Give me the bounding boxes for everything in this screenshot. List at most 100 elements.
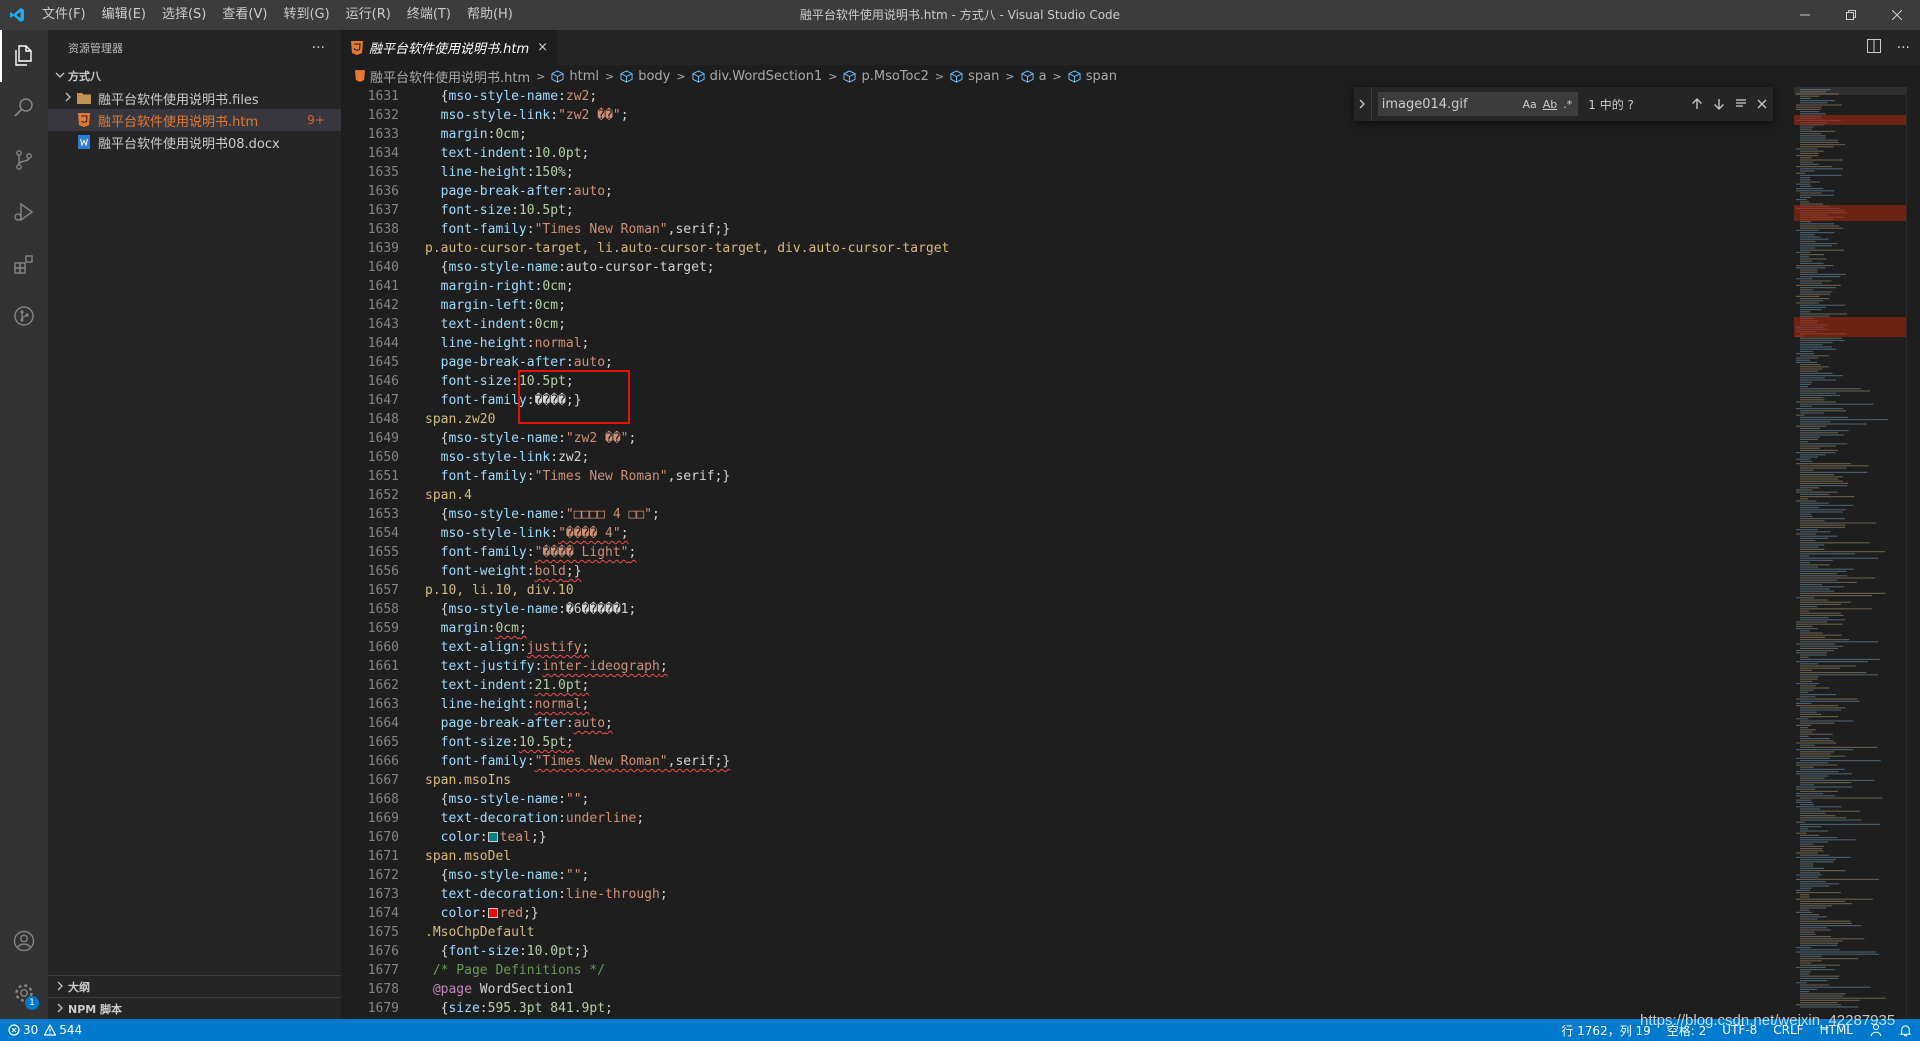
code-line[interactable]: line-height:150%; <box>425 163 1785 182</box>
vertical-scrollbar[interactable] <box>1906 87 1920 1019</box>
code-editor[interactable]: 1631 1632 1633 1634 1635 1636 1637 1638 1639 1640… <box>341 87 1794 1019</box>
code-line[interactable]: {mso-style-name:"zw2 ��"; <box>425 429 1785 448</box>
menu-item[interactable]: 终端(T) <box>399 0 459 30</box>
code-line[interactable]: color: red;} <box>425 904 1785 923</box>
menu-item[interactable]: 帮助(H) <box>459 0 521 30</box>
code-area[interactable]: {mso-style-name:zw2; mso-style-link:"zw2… <box>425 87 1785 1019</box>
code-line[interactable]: page-break-after:auto; <box>425 714 1785 733</box>
code-line[interactable]: {mso-style-name:�6�����1; <box>425 600 1785 619</box>
source-control-button[interactable] <box>0 134 48 186</box>
color-swatch[interactable] <box>487 832 498 842</box>
notifications-button[interactable] <box>1891 1019 1920 1041</box>
code-line[interactable]: color: teal;} <box>425 828 1785 847</box>
breadcrumb-item[interactable]: > span <box>1047 69 1117 84</box>
close-window-button[interactable] <box>1874 0 1920 30</box>
code-line[interactable]: font-family:"Times New Roman",serif;} <box>425 752 1785 771</box>
split-editor-button[interactable] <box>1866 38 1881 57</box>
close-find-button[interactable] <box>1751 93 1773 115</box>
code-line[interactable]: p.auto-cursor-target, li.auto-cursor-tar… <box>425 239 1785 258</box>
toggle-replace-button[interactable] <box>1354 87 1372 121</box>
code-line[interactable]: {mso-style-name:""; <box>425 790 1785 809</box>
code-line[interactable]: font-weight:bold;} <box>425 562 1785 581</box>
code-line[interactable]: line-height:normal; <box>425 334 1785 353</box>
breadcrumb-item[interactable]: > div.WordSection1 <box>670 69 822 84</box>
menu-item[interactable]: 选择(S) <box>154 0 214 30</box>
file-tree-item[interactable]: 融平台软件使用说明书.htm 9+ <box>48 109 341 131</box>
find-input[interactable]: image014.gif Aa Ab .* <box>1377 92 1579 116</box>
code-line[interactable]: {mso-style-name:""; <box>425 866 1785 885</box>
line-number: 1640 <box>367 260 399 275</box>
more-actions-button[interactable]: ··· <box>312 40 325 56</box>
code-line[interactable]: margin:0cm; <box>425 125 1785 144</box>
match-case-toggle[interactable]: Aa <box>1522 98 1536 111</box>
code-line[interactable]: {font-size:10.0pt;} <box>425 942 1785 961</box>
code-line[interactable]: text-indent:0cm; <box>425 315 1785 334</box>
extensions-button[interactable] <box>0 238 48 290</box>
code-line[interactable]: margin-right:0cm; <box>425 277 1785 296</box>
run-debug-button[interactable] <box>0 186 48 238</box>
code-line[interactable]: {mso-style-name:auto-cursor-target; <box>425 258 1785 277</box>
find-in-selection-button[interactable] <box>1730 93 1752 115</box>
breadcrumb-item[interactable]: > html <box>530 69 599 84</box>
use-regex-toggle[interactable]: .* <box>1563 98 1572 111</box>
code-line[interactable]: span.msoDel <box>425 847 1785 866</box>
search-button[interactable] <box>0 82 48 134</box>
workspace-root-header[interactable]: 方式八 <box>48 65 341 87</box>
file-tree-item[interactable]: 融平台软件使用说明书.files <box>48 87 341 109</box>
code-line[interactable]: line-height:normal; <box>425 695 1785 714</box>
menu-item[interactable]: 转到(G) <box>275 0 337 30</box>
code-line[interactable]: text-decoration:underline; <box>425 809 1785 828</box>
outline-section[interactable]: 大纲 <box>48 975 341 998</box>
code-line[interactable]: span.msoIns <box>425 771 1785 790</box>
timeline-button[interactable] <box>0 290 48 342</box>
code-line[interactable]: margin-left:0cm; <box>425 296 1785 315</box>
code-line[interactable]: margin:0cm; <box>425 619 1785 638</box>
minimize-button[interactable] <box>1782 0 1828 30</box>
menu-item[interactable]: 编辑(E) <box>94 0 154 30</box>
breadcrumb-item[interactable]: > a <box>999 69 1046 84</box>
explorer-button[interactable] <box>0 30 48 82</box>
code-line[interactable]: @page WordSection1 <box>425 980 1785 999</box>
code-line[interactable]: text-indent:10.0pt; <box>425 144 1785 163</box>
code-line[interactable]: /* Page Definitions */ <box>425 961 1785 980</box>
restore-button[interactable] <box>1828 0 1874 30</box>
code-line[interactable]: p.10, li.10, div.10 <box>425 581 1785 600</box>
code-line[interactable]: text-decoration:line-through; <box>425 885 1785 904</box>
code-line[interactable]: {size:595.3pt 841.9pt; <box>425 999 1785 1018</box>
code-line[interactable]: mso-style-link:"���� 4"; <box>425 524 1785 543</box>
code-line[interactable]: text-align:justify; <box>425 638 1785 657</box>
tab-html-file[interactable]: 融平台软件使用说明书.htm × <box>341 30 559 65</box>
previous-match-button[interactable] <box>1687 93 1709 115</box>
close-tab-button[interactable]: × <box>537 40 548 55</box>
manage-button[interactable]: 1 <box>0 967 48 1019</box>
code-line[interactable]: {mso-style-name:"□□□□ 4 □□"; <box>425 505 1785 524</box>
color-swatch[interactable] <box>487 908 498 918</box>
code-line[interactable]: font-size:10.5pt; <box>425 201 1785 220</box>
breadcrumb-item[interactable]: 融平台软件使用说明书.htm <box>355 67 530 86</box>
code-line[interactable]: font-size:10.5pt; <box>425 733 1785 752</box>
next-match-button[interactable] <box>1708 93 1730 115</box>
menu-item[interactable]: 运行(R) <box>338 0 399 30</box>
match-whole-word-toggle[interactable]: Ab <box>1543 98 1558 111</box>
problems-indicator[interactable]: 30 544 <box>0 1019 90 1041</box>
npm-scripts-section[interactable]: NPM 脚本 <box>48 997 341 1020</box>
menu-item[interactable]: 文件(F) <box>34 0 94 30</box>
file-tree-item[interactable]: 融平台软件使用说明书08.docx <box>48 131 341 153</box>
menu-item[interactable]: 查看(V) <box>214 0 275 30</box>
code-line[interactable]: font-family:"Times New Roman",serif;} <box>425 467 1785 486</box>
code-line[interactable]: font-family:"���� Light"; <box>425 543 1785 562</box>
more-editor-actions-button[interactable]: ··· <box>1897 40 1910 56</box>
breadcrumb-item[interactable]: > p.MsoToc2 <box>822 69 929 84</box>
code-line[interactable]: mso-style-link:zw2; <box>425 448 1785 467</box>
code-line[interactable]: page-break-after:auto; <box>425 182 1785 201</box>
breadcrumb-item[interactable]: > span <box>929 69 999 84</box>
breadcrumb-item[interactable]: > body <box>599 69 670 84</box>
code-line[interactable]: text-justify:inter-ideograph; <box>425 657 1785 676</box>
accounts-button[interactable] <box>0 915 48 967</box>
minimap[interactable] <box>1794 87 1914 1019</box>
code-line[interactable]: text-indent:21.0pt; <box>425 676 1785 695</box>
code-line[interactable]: span.4 <box>425 486 1785 505</box>
code-line[interactable]: font-family:"Times New Roman",serif;} <box>425 220 1785 239</box>
code-line[interactable]: .MsoChpDefault <box>425 923 1785 942</box>
